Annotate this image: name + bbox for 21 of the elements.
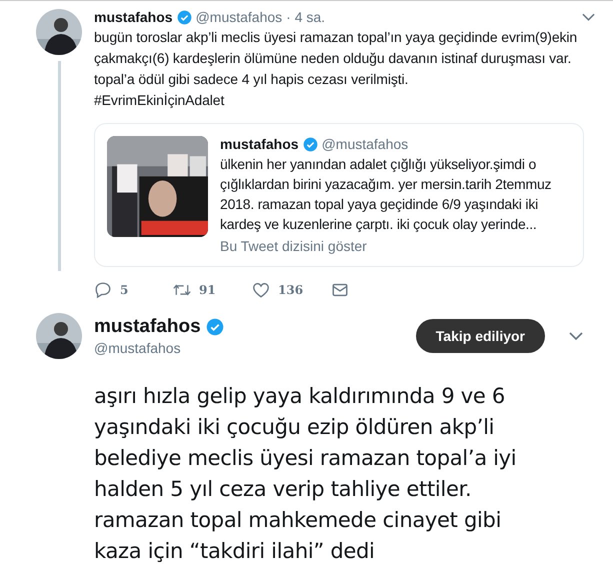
tweet-time[interactable]: · 4 sa.: [286, 9, 326, 25]
tweet-text: bugün toroslar akp’li meclis üyesi ramazan topal’ın yaya geçidinde evrim(9)ekin çakmakçı(6) kardeşlerin ölümüne neden olduğu davanın istinaf duruşması var. topal’a ödül gibi sadece 4 yıl hapis cezası verilmişti. #EvrimEkinİçinAdalet: [94, 28, 578, 110]
user-handle[interactable]: @mustafahos: [196, 9, 282, 25]
show-thread-link[interactable]: Bu Tweet dizisini göster: [220, 238, 367, 254]
user-name[interactable]: mustafahos: [94, 9, 173, 25]
action-count: 5: [120, 283, 128, 297]
quoted-tweet-card[interactable]: [94, 123, 584, 267]
user-name[interactable]: mustafahos: [94, 316, 201, 338]
heart-icon[interactable]: [252, 281, 270, 299]
quoted-user-name: mustafahos: [220, 136, 299, 152]
chevron-down-icon[interactable]: [582, 13, 595, 21]
following-button[interactable]: Takip ediliyor: [416, 319, 545, 353]
action-count: 91: [199, 283, 216, 297]
envelope-icon[interactable]: [331, 281, 349, 299]
tweet-text: aşırı hızla gelip yaya kaldırımında 9 ve 6 yaşındaki iki çocuğu ezip öldüren akp’li belediye meclis üyesi ramazan topal’a iyi halden 5 yıl ceza verip tahliye ettiler. ramazan topal mahkemede cinayet gibi kaza için “takdiri ilahi” dedi: [94, 383, 518, 565]
user-handle[interactable]: @mustafahos: [94, 340, 416, 356]
quoted-tweet-text: ülkenin her yanından adalet çığlığı yükseliyor.şimdi o çığlıklardan birini yazacağım. yer mersin.tarih 2temmuz 2018. ramazan topal yaya geçidinde 6/9 yaşındaki iki kardeş ve kuzenlerine çarptı. iki çocuk olay yerinde...: [220, 155, 552, 234]
speech-bubble-icon[interactable]: [94, 281, 112, 299]
action-count: 136: [278, 283, 304, 297]
chevron-down-icon[interactable]: [569, 332, 583, 340]
quoted-user-handle: @mustafahos: [322, 136, 408, 152]
